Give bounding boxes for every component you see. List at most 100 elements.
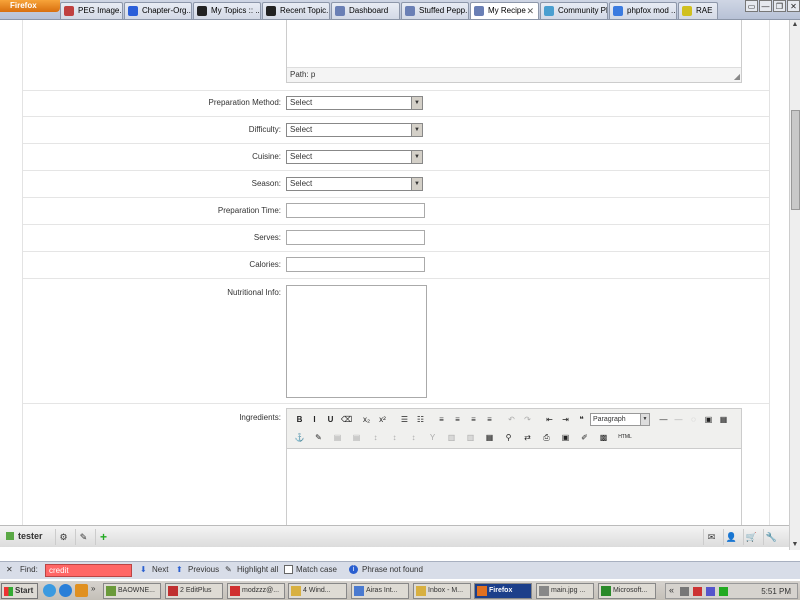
browser-tab[interactable]: phpfox mod ... [609,2,677,19]
browser-tab[interactable]: Chapter-Org... [124,2,192,19]
browser-tab[interactable]: RAE [678,2,718,19]
browser-tab[interactable]: My Recipe ✕ [470,2,539,19]
mail-icon[interactable]: ✉ [703,529,719,545]
tray-icon[interactable] [719,587,728,596]
add-icon[interactable]: + [95,529,111,545]
browser-tab[interactable]: PEG Image... [60,2,123,19]
col-split-icon[interactable]: Y [426,431,439,444]
bullet-list-icon[interactable]: ☰ [398,413,411,426]
restore-tab-icon[interactable]: ▭ [745,0,758,12]
season-select[interactable]: Select ▼ [286,177,423,191]
media-icon[interactable]: ▦ [717,413,730,426]
code-icon[interactable]: ▩ [597,431,610,444]
html-icon[interactable]: HTML [616,431,634,444]
minimize-icon[interactable]: — [759,0,772,12]
undo-icon[interactable]: ↶ [505,413,518,426]
difficulty-select[interactable]: Select ▼ [286,123,423,137]
row-after-icon[interactable]: ↕ [388,431,401,444]
tray-icon[interactable] [680,587,689,596]
find-previous-button[interactable]: Previous [188,565,219,574]
tray-icon[interactable] [706,587,715,596]
col-before-icon[interactable]: ▥ [445,431,458,444]
taskbar-task[interactable]: Microsoft... [598,583,656,599]
line-icon[interactable]: — [672,413,685,426]
superscript-icon[interactable]: x² [376,413,389,426]
browser-tab[interactable]: My Topics :: ... [193,2,261,19]
tray-expand-icon[interactable]: « [669,585,674,595]
description-editor[interactable]: Path: p ◢ [286,20,742,83]
align-center-icon[interactable]: ≡ [451,413,464,426]
scroll-down-icon[interactable]: ▼ [790,540,800,550]
subscript-icon[interactable]: x₂ [360,413,373,426]
image-icon[interactable]: ▣ [702,413,715,426]
outdent-icon[interactable]: ⇤ [543,413,556,426]
search-icon[interactable]: ⚲ [502,431,515,444]
remove-icon[interactable]: ◌ [687,413,700,426]
redo-icon[interactable]: ↷ [521,413,534,426]
dock-user[interactable]: tester [6,531,43,541]
bold-icon[interactable]: B [293,413,306,426]
browser-tab[interactable]: Stuffed Pepp... [401,2,469,19]
taskbar-task[interactable]: Airas Int... [351,583,409,599]
close-window-icon[interactable]: ✕ [787,0,800,12]
chrome-icon[interactable] [43,584,56,597]
clear-format-icon[interactable]: ⌫ [340,413,353,426]
taskbar-task[interactable]: Firefox [474,583,532,599]
underline-icon[interactable]: U [324,413,337,426]
horizontal-rule-icon[interactable]: — [657,413,670,426]
quicklaunch-icon[interactable] [75,584,88,597]
browser-tab[interactable]: Recent Topic... [262,2,330,19]
fullscreen-icon[interactable]: ▣ [559,431,572,444]
row-before-icon[interactable]: ↕ [369,431,382,444]
settings-icon[interactable]: ⚙ [55,529,71,545]
taskbar-task[interactable]: BAOWNE... [103,583,161,599]
align-left-icon[interactable]: ≡ [435,413,448,426]
start-button[interactable]: Start [1,583,38,599]
numbered-list-icon[interactable]: ☷ [414,413,427,426]
indent-icon[interactable]: ⇥ [559,413,572,426]
row-delete-icon[interactable]: ↕ [407,431,420,444]
taskbar-task[interactable]: main.jpg ... [536,583,594,599]
preparation-time-input[interactable] [286,203,425,218]
table-props-icon[interactable]: ▤ [350,431,363,444]
taskbar-task[interactable]: 2 EditPlus [165,583,223,599]
scroll-thumb[interactable] [791,110,800,210]
ingredients-editor[interactable]: Paragraph ▼ B I U ⌫ x₂ x² ☰ ☷ ≡ ≡ ≡ ≡ ↶ ↷ ⇤ ⇥ ❝ — — ◌ ▣ ▦ ⚓ ✎ ▤ ▤… [286,408,742,525]
serves-input[interactable] [286,230,425,245]
maximize-icon[interactable]: ❐ [773,0,786,12]
page-scrollbar[interactable]: ▲ ▼ [789,20,800,550]
user-icon[interactable]: 👤 [723,529,739,545]
align-right-icon[interactable]: ≡ [467,413,480,426]
close-tab-icon[interactable]: ✕ [526,3,534,19]
blockquote-icon[interactable]: ❝ [575,413,588,426]
italic-icon[interactable]: I [308,413,321,426]
find-input[interactable]: credit [45,564,132,577]
close-find-icon[interactable]: ✕ [6,565,13,574]
preparation-method-select[interactable]: Select ▼ [286,96,423,110]
table-grid-icon[interactable]: ▦ [483,431,496,444]
cleanup-icon[interactable]: ✐ [578,431,591,444]
ie-icon[interactable] [59,584,72,597]
taskbar-task[interactable]: modzzz@... [227,583,285,599]
find-next-button[interactable]: Next [152,565,168,574]
edit-icon[interactable]: ✎ [312,431,325,444]
nutritional-info-textarea[interactable] [286,285,427,398]
print-icon[interactable]: ⎙ [540,431,553,444]
anchor-icon[interactable]: ⚓ [293,431,306,444]
match-case-checkbox[interactable] [284,565,293,574]
cart-icon[interactable]: 🛒 [743,529,759,545]
replace-icon[interactable]: ⇄ [521,431,534,444]
edit-icon[interactable]: ✎ [75,529,91,545]
calories-input[interactable] [286,257,425,272]
tools-icon[interactable]: 🔧 [763,529,779,545]
scroll-up-icon[interactable]: ▲ [790,20,800,30]
col-after-icon[interactable]: ▥ [464,431,477,444]
tray-icon[interactable] [693,587,702,596]
taskbar-task[interactable]: 4 Wind... [288,583,347,599]
table-icon[interactable]: ▤ [331,431,344,444]
taskbar-task[interactable]: Inbox - M... [413,583,471,599]
browser-tab[interactable]: Dashboard [331,2,400,19]
justify-icon[interactable]: ≡ [483,413,496,426]
paragraph-format-select[interactable]: Paragraph ▼ [590,413,650,426]
highlight-all-button[interactable]: Highlight all [237,565,278,574]
